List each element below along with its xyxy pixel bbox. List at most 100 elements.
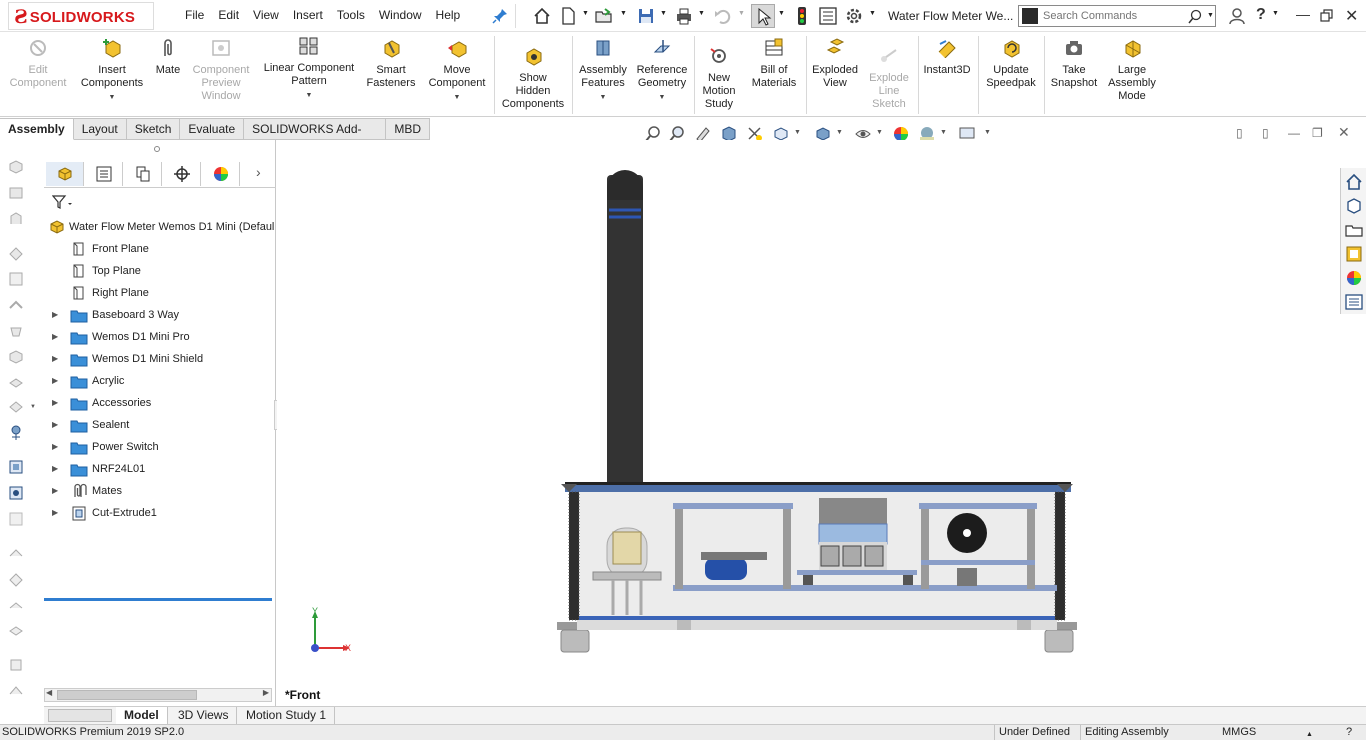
save-icon[interactable] xyxy=(636,6,656,26)
menu-help[interactable]: Help xyxy=(436,8,461,22)
graphics-area[interactable]: Y X *Front xyxy=(277,140,1340,706)
expand-arrow-icon[interactable]: ▶ xyxy=(52,458,58,480)
motion-tool-icon[interactable] xyxy=(7,424,25,442)
mate-tool-icon[interactable] xyxy=(7,244,25,262)
file-explorer-icon[interactable] xyxy=(1344,220,1364,240)
tree-root-assembly[interactable]: Water Flow Meter Wemos D1 Mini (Defaul xyxy=(44,216,276,238)
viewport-minimize-button[interactable]: — xyxy=(1288,126,1300,140)
dimxpert-manager-tab[interactable] xyxy=(163,162,201,186)
tree-item-power-switch[interactable]: ▶ Power Switch xyxy=(44,436,276,458)
select-button[interactable] xyxy=(751,4,775,28)
help-icon[interactable]: ? xyxy=(1256,6,1266,24)
view-tool-icon[interactable] xyxy=(7,458,25,476)
explode-line-sketch-button[interactable]: Explode Line Sketch xyxy=(864,46,914,111)
expand-arrow-icon[interactable]: ▶ xyxy=(52,304,58,326)
user-account-icon[interactable] xyxy=(1227,6,1247,26)
viewport-restore-button[interactable]: ❐ xyxy=(1312,126,1323,140)
chevron-right-icon[interactable]: › xyxy=(256,164,261,180)
expand-arrow-icon[interactable]: ▶ xyxy=(52,370,58,392)
scroll-right-icon[interactable]: ▶ xyxy=(263,688,269,697)
extrude-tool-icon[interactable] xyxy=(7,210,25,228)
new-motion-study-button[interactable]: New Motion Study xyxy=(698,46,740,111)
restore-window-button[interactable] xyxy=(1320,9,1333,22)
reference-geometry-button[interactable]: Reference Geometry ▼ xyxy=(632,38,692,104)
undo-icon[interactable] xyxy=(712,6,732,26)
menu-file[interactable]: File xyxy=(185,8,204,22)
home-icon[interactable] xyxy=(532,6,552,26)
help-dropdown-icon[interactable]: ▼ xyxy=(1272,10,1279,17)
tab-sketch[interactable]: Sketch xyxy=(126,118,181,140)
tree-item-baseboard-3-way[interactable]: ▶ Baseboard 3 Way xyxy=(44,304,276,326)
tab-motion-study-1[interactable]: Motion Study 1 xyxy=(238,707,336,724)
feature-manager-tab[interactable] xyxy=(46,162,84,186)
options-gear-icon[interactable] xyxy=(844,6,864,26)
menu-insert[interactable]: Insert xyxy=(293,8,323,22)
new-dropdown-icon[interactable]: ▼ xyxy=(582,10,589,17)
expand-arrow-icon[interactable]: ▶ xyxy=(52,326,58,348)
linear-component-pattern-button[interactable]: Linear Component Pattern ▼ xyxy=(258,36,360,102)
expand-arrow-icon[interactable]: ▶ xyxy=(52,414,58,436)
undo-dropdown-icon[interactable]: ▼ xyxy=(738,10,745,17)
view-palette-icon[interactable] xyxy=(1344,244,1364,264)
hide-show-dropdown-icon[interactable]: ▼ xyxy=(876,129,883,136)
snapshot-tool-icon[interactable] xyxy=(7,596,25,614)
scroll-left-icon[interactable]: ◀ xyxy=(46,688,52,697)
display-style-dropdown-icon[interactable]: ▼ xyxy=(836,129,843,136)
custom-properties-icon[interactable] xyxy=(1344,292,1364,312)
minimize-window-button[interactable]: — xyxy=(1296,6,1310,22)
tree-item-acrylic[interactable]: ▶ Acrylic xyxy=(44,370,276,392)
open-icon[interactable] xyxy=(594,6,614,26)
search-input[interactable] xyxy=(1019,6,1184,26)
assembly-tool-icon[interactable] xyxy=(7,158,25,176)
expand-arrow-icon[interactable]: ▶ xyxy=(52,392,58,414)
tree-item-wemos-d1-mini-shield[interactable]: ▶ Wemos D1 Mini Shield xyxy=(44,348,276,370)
tab-assembly[interactable]: Assembly xyxy=(0,118,74,140)
search-dropdown-icon[interactable]: ▼ xyxy=(1207,12,1214,19)
configuration-manager-tab[interactable] xyxy=(124,162,162,186)
expand-arrow-icon[interactable]: ▶ xyxy=(52,502,58,524)
instant3d-tool-icon[interactable] xyxy=(7,682,25,700)
viewport-close-button[interactable]: ✕ xyxy=(1338,124,1350,141)
move-component-button[interactable]: Move Component ▼ xyxy=(424,38,490,104)
edit-component-button[interactable]: Edit Component xyxy=(6,38,70,90)
update-speedpak-button[interactable]: Update Speedpak xyxy=(982,38,1040,90)
dropdown-arrow-icon[interactable]: ▼ xyxy=(632,91,692,104)
dropdown-arrow-icon[interactable]: ▼ xyxy=(258,89,360,102)
tree-item-front-plane[interactable]: Front Plane xyxy=(44,238,276,260)
move-tool-icon[interactable] xyxy=(7,348,25,366)
units-status[interactable]: MMGS xyxy=(1222,725,1256,740)
viewport-prev-icon[interactable]: ▯ xyxy=(1236,126,1243,140)
tree-item-top-plane[interactable]: Top Plane xyxy=(44,260,276,282)
menu-tools[interactable]: Tools xyxy=(337,8,365,22)
component-preview-window-button[interactable]: Component Preview Window xyxy=(188,38,254,103)
tab-solidworks-add-ins[interactable]: SOLIDWORKS Add-Ins xyxy=(244,118,387,157)
solidworks-logo[interactable]: Ƨ SOLIDWORKS xyxy=(14,4,135,30)
search-icon[interactable] xyxy=(1187,9,1203,25)
explode-tool-icon[interactable] xyxy=(7,510,25,528)
display-manager-tab[interactable] xyxy=(202,162,240,186)
print-icon[interactable] xyxy=(674,6,694,26)
bill-of-materials-button[interactable]: Bill of Materials xyxy=(746,38,802,90)
new-document-icon[interactable] xyxy=(558,6,578,26)
select-dropdown-icon[interactable]: ▼ xyxy=(778,10,785,17)
take-snapshot-button[interactable]: Take Snapshot xyxy=(1048,38,1100,90)
filter-icon[interactable] xyxy=(52,194,74,210)
display-dropdown-icon[interactable]: ▼ xyxy=(30,404,36,410)
tab-mbd[interactable]: MBD xyxy=(386,118,430,140)
tree-item-accessories[interactable]: ▶ Accessories xyxy=(44,392,276,414)
tab-layout[interactable]: Layout xyxy=(73,118,127,140)
assembly-features-button[interactable]: Assembly Features ▼ xyxy=(576,38,630,104)
viewport-next-icon[interactable]: ▯ xyxy=(1262,126,1269,140)
property-manager-tab[interactable] xyxy=(85,162,123,186)
tab-evaluate[interactable]: Evaluate xyxy=(180,118,245,140)
appearances-icon[interactable] xyxy=(1344,268,1364,288)
tree-item-sealent[interactable]: ▶ Sealent xyxy=(44,414,276,436)
rebuild-traffic-light-icon[interactable] xyxy=(792,6,812,26)
mate-button[interactable]: Mate xyxy=(152,38,184,77)
expand-arrow-icon[interactable]: ▶ xyxy=(52,480,58,502)
file-properties-icon[interactable] xyxy=(818,6,838,26)
print-dropdown-icon[interactable]: ▼ xyxy=(698,10,705,17)
quick-tips-icon[interactable]: ? xyxy=(1346,725,1352,740)
design-library-icon[interactable] xyxy=(1344,196,1364,216)
rollback-bar[interactable] xyxy=(44,598,272,601)
